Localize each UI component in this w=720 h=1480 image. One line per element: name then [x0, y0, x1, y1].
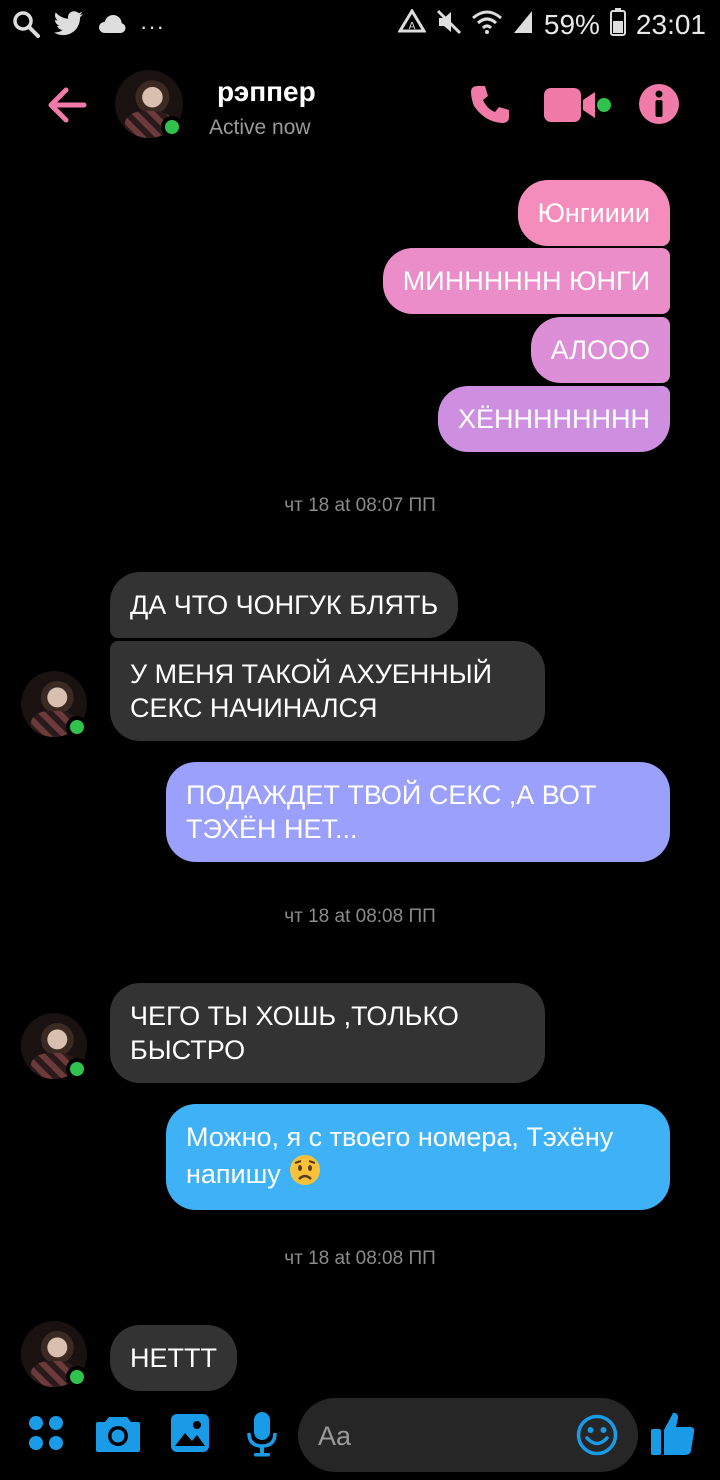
message-text-line: ЧЕГО ТЫ ХОШЬ ,ТОЛЬКО — [130, 1001, 459, 1031]
back-button[interactable] — [44, 82, 90, 128]
wifi-icon — [471, 10, 502, 39]
message-incoming[interactable]: ДА ЧТО ЧОНГУК БЛЯТЬ — [110, 572, 459, 638]
message-timestamp: чт 18 at 08:08 ПП — [284, 1248, 436, 1269]
status-bar: ··· A 59% 23:01 — [0, 0, 720, 50]
contact-status: Active now — [209, 116, 311, 139]
message-text: НЕТТТ — [130, 1343, 217, 1373]
message-input-container — [298, 1398, 638, 1472]
message-text-line: У МЕНЯ ТАКОЙ АХУЕННЫЙ — [130, 659, 493, 689]
online-indicator — [66, 716, 88, 738]
online-indicator — [161, 116, 183, 138]
more-notifications-indicator: ··· — [140, 13, 165, 39]
message-text: Юнгииии — [537, 198, 650, 228]
camera-icon — [96, 1417, 140, 1452]
emoji-button[interactable] — [576, 1414, 618, 1456]
microphone-icon — [247, 1412, 277, 1457]
thumbs-up-icon — [651, 1412, 695, 1455]
message-text-line: ПОДАЖДЕТ ТВОЙ СЕКС ,А ВОТ — [186, 780, 597, 810]
back-arrow-icon — [48, 87, 87, 123]
smiley-icon — [576, 1414, 618, 1456]
message-text-line: Можно, я с твоего номера, Тэхёну — [186, 1122, 614, 1152]
message-text: МИНННННН ЮНГИ — [402, 266, 650, 296]
signal-icon — [512, 9, 534, 40]
phone-icon — [471, 86, 509, 123]
online-indicator — [66, 1058, 88, 1080]
data-saver-icon: A — [397, 8, 427, 40]
worried-face-emoji-icon — [289, 1154, 321, 1194]
message-input[interactable] — [318, 1416, 568, 1456]
video-camera-icon — [544, 88, 611, 122]
mute-icon — [436, 9, 462, 40]
video-call-button[interactable] — [543, 86, 613, 124]
message-outgoing[interactable]: АЛООО — [530, 317, 670, 383]
message-outgoing[interactable]: ПОДАЖДЕТ ТВОЙ СЕКС ,А ВОТ ТЭХЁН НЕТ... — [166, 762, 670, 862]
message-text-line: напишу — [186, 1159, 281, 1189]
message-text-line: ТЭХЁН НЕТ... — [186, 814, 358, 844]
message-text: АЛООО — [550, 335, 650, 365]
message-text-line: СЕКС НАЧИНАЛСЯ — [130, 693, 378, 723]
svg-text:A: A — [408, 21, 415, 32]
search-icon — [12, 10, 40, 43]
cloud-icon — [98, 14, 126, 39]
conversation-info-button[interactable] — [638, 83, 680, 125]
twitter-icon — [53, 11, 84, 42]
message-outgoing[interactable]: Можно, я с твоего номера, Тэхёну напишу — [166, 1104, 670, 1210]
more-actions-button[interactable] — [28, 1415, 64, 1451]
chat-header: рэппер Active now — [0, 60, 720, 155]
voice-call-button[interactable] — [468, 82, 512, 126]
battery-icon — [609, 8, 626, 41]
message-incoming[interactable]: ЧЕГО ТЫ ХОШЬ ,ТОЛЬКО БЫСТРО — [110, 983, 545, 1083]
message-text-line-with-emoji: напишу — [186, 1154, 650, 1194]
image-icon — [171, 1414, 209, 1452]
message-outgoing[interactable]: ХЁНННННННН — [437, 386, 670, 452]
message-text: ДА ЧТО ЧОНГУК БЛЯТЬ — [130, 590, 439, 620]
gallery-button[interactable] — [170, 1413, 210, 1453]
camera-button[interactable] — [95, 1413, 141, 1453]
four-dots-icon — [29, 1416, 63, 1450]
battery-percent: 59% — [543, 8, 600, 40]
message-outgoing[interactable]: МИНННННН ЮНГИ — [382, 248, 670, 314]
info-icon — [639, 84, 679, 124]
message-incoming[interactable]: НЕТТТ — [110, 1325, 237, 1391]
status-bar-left: ··· — [12, 10, 165, 43]
message-incoming[interactable]: У МЕНЯ ТАКОЙ АХУЕННЫЙ СЕКС НАЧИНАЛСЯ — [110, 641, 545, 741]
status-bar-right: A 59% 23:01 — [397, 8, 706, 41]
message-text-line: БЫСТРО — [130, 1035, 246, 1065]
message-timestamp: чт 18 at 08:08 ПП — [284, 906, 436, 927]
voice-message-button[interactable] — [246, 1411, 278, 1457]
message-timestamp: чт 18 at 08:07 ПП — [284, 495, 436, 516]
message-outgoing[interactable]: Юнгииии — [517, 180, 670, 246]
message-text: ХЁНННННННН — [457, 404, 650, 434]
clock: 23:01 — [635, 8, 706, 40]
contact-name[interactable]: рэппер — [217, 76, 316, 108]
online-indicator — [66, 1366, 88, 1388]
like-button[interactable] — [650, 1410, 696, 1456]
